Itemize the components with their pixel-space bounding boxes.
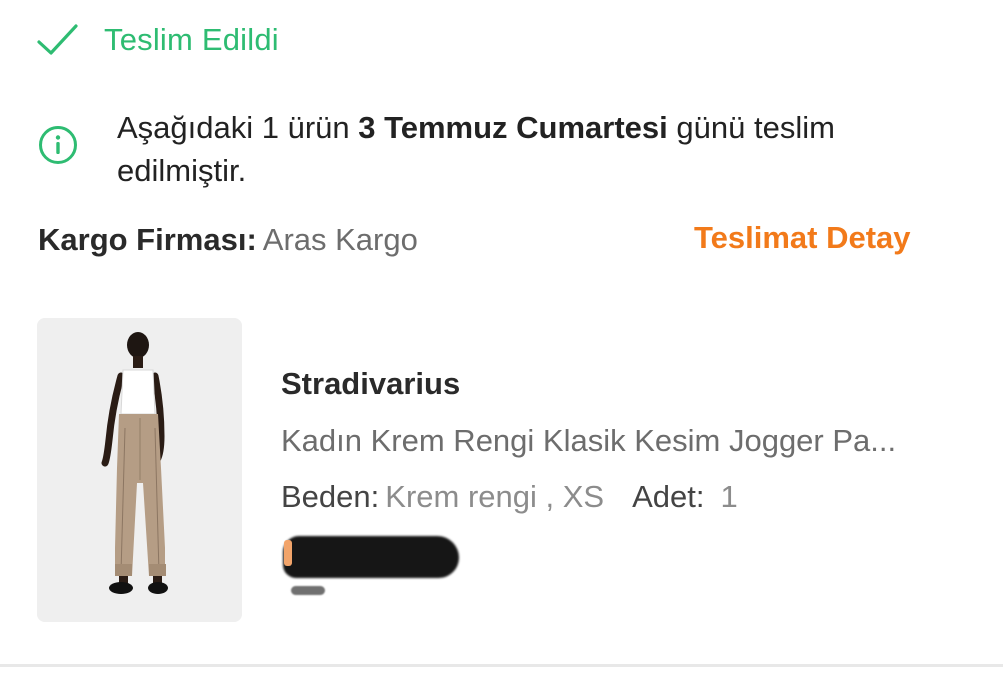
section-divider xyxy=(0,664,1003,667)
delivery-status: Teslim Edildi xyxy=(36,18,279,62)
redacted-old-price xyxy=(291,586,325,595)
product-attributes: Beden: Krem rengi , XS Adet: 1 xyxy=(281,479,738,515)
status-label: Teslim Edildi xyxy=(104,22,279,57)
cargo-company-value: Aras Kargo xyxy=(262,222,418,257)
info-icon xyxy=(39,126,77,164)
delivery-date: 3 Temmuz Cumartesi xyxy=(358,110,668,145)
cargo-company-label: Kargo Firması: xyxy=(38,222,257,257)
delivery-detail-link[interactable]: Teslimat Detay xyxy=(694,220,911,256)
info-message-prefix: Aşağıdaki 1 ürün xyxy=(117,110,359,145)
cargo-company-row: Kargo Firması: Aras Kargo xyxy=(38,222,418,258)
product-model-illustration xyxy=(37,318,242,622)
redacted-price-edge xyxy=(284,540,292,566)
quantity-value: 1 xyxy=(720,479,738,514)
check-icon xyxy=(37,24,78,55)
product-brand[interactable]: Stradivarius xyxy=(281,366,460,402)
size-value: Krem rengi , XS xyxy=(385,479,605,514)
delivery-info-message: Aşağıdaki 1 ürün 3 Temmuz Cumartesi günü… xyxy=(117,106,937,192)
product-name[interactable]: Kadın Krem Rengi Klasik Kesim Jogger Pa.… xyxy=(281,423,961,459)
product-image[interactable] xyxy=(37,318,242,622)
redacted-price xyxy=(283,536,459,578)
quantity-label: Adet: xyxy=(632,479,705,514)
size-label: Beden: xyxy=(281,479,380,514)
